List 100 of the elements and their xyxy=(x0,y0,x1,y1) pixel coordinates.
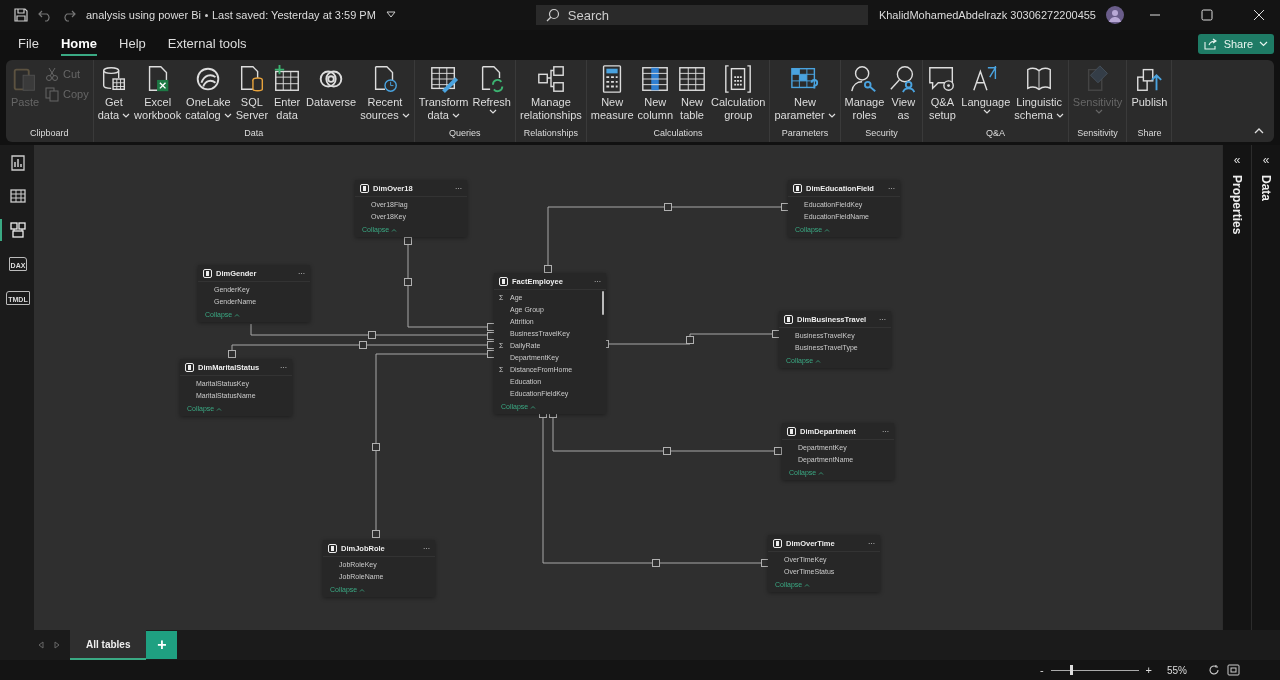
table-icon xyxy=(185,362,194,372)
group-label: Sensitivity xyxy=(1077,128,1118,140)
ribbon-button[interactable]: Q&A setup xyxy=(925,64,960,128)
table-icon xyxy=(677,64,708,94)
search-input[interactable]: Search xyxy=(565,6,770,24)
model-icon xyxy=(9,221,27,239)
caret-icon xyxy=(982,109,991,115)
table-icon xyxy=(784,314,793,324)
chevron-icon xyxy=(804,582,811,587)
maximize-icon[interactable] xyxy=(1201,9,1213,21)
chevron-icon xyxy=(234,312,241,317)
side-pane-tab[interactable]: « Properties xyxy=(1222,145,1251,630)
page-tab[interactable]: All tables xyxy=(70,630,147,660)
group-label: Data xyxy=(244,128,264,140)
cardinality-marker-icon xyxy=(544,265,552,273)
ribbon-button[interactable]: Linguistic schema xyxy=(1012,64,1066,128)
collapse-ribbon-icon[interactable] xyxy=(1254,127,1264,134)
chevron-icon xyxy=(391,227,398,232)
ribbon-button[interactable]: Calculation group xyxy=(709,64,768,128)
menu-tab[interactable]: Home xyxy=(60,32,98,56)
share-button[interactable]: Share xyxy=(1197,34,1274,54)
cardinality-marker-icon xyxy=(404,237,412,245)
ribbon-button[interactable]: Refresh xyxy=(470,64,513,128)
fit-to-screen-icon[interactable] xyxy=(1227,664,1240,676)
document-title: analysis using power Bi xyxy=(86,9,201,21)
cardinality-marker-icon xyxy=(404,278,412,286)
ribbon-button[interactable]: View as xyxy=(886,64,921,128)
next-page-icon[interactable] xyxy=(54,641,60,649)
ribbon-button[interactable]: Language xyxy=(959,64,1013,128)
table-icon xyxy=(328,543,337,553)
chevron-icon xyxy=(815,358,822,363)
ribbon-button[interactable]: SQL Server xyxy=(233,64,271,128)
group-label: Share xyxy=(1137,128,1162,140)
zoom-slider[interactable] xyxy=(1050,665,1139,675)
caret-icon xyxy=(1259,41,1268,47)
report-icon xyxy=(9,153,27,171)
redo-icon[interactable] xyxy=(62,8,76,22)
cardinality-marker-icon xyxy=(774,447,782,455)
cardinality-marker-icon xyxy=(368,331,376,339)
undo-icon[interactable] xyxy=(38,8,52,22)
side-pane-tab[interactable]: « Data xyxy=(1251,145,1280,630)
chevron-icon xyxy=(530,404,537,409)
last-saved-text: Last saved: Yesterday at 3:59 PM xyxy=(211,9,376,21)
copy-icon xyxy=(44,86,60,102)
table-icon xyxy=(773,538,782,548)
table-icon xyxy=(793,183,802,193)
ribbon-button[interactable]: Recent sources xyxy=(358,64,412,128)
caret-icon xyxy=(1094,109,1103,115)
caret-icon xyxy=(488,109,497,115)
caret-icon xyxy=(223,112,232,119)
menu-tab[interactable]: Help xyxy=(119,32,146,56)
group-label: Calculations xyxy=(653,128,703,140)
menu-tab[interactable]: File xyxy=(18,32,39,56)
ribbon-button[interactable]: Transform data xyxy=(416,64,471,128)
table-edit-icon xyxy=(428,64,459,94)
caret-icon xyxy=(451,112,460,119)
scissors-icon xyxy=(44,66,60,82)
cardinality-marker-icon xyxy=(372,530,380,538)
group-label: Parameters xyxy=(781,128,829,140)
avatar-icon[interactable] xyxy=(1106,6,1124,24)
ribbon-button[interactable]: New column xyxy=(635,64,676,128)
zoom-in-button[interactable]: + xyxy=(1145,664,1152,676)
group-label: Queries xyxy=(449,128,481,140)
chevron-icon xyxy=(359,587,366,592)
caret-icon[interactable] xyxy=(385,11,396,19)
group-label: Clipboard xyxy=(30,128,69,140)
scrollbar[interactable] xyxy=(602,291,604,315)
chevron-icon xyxy=(824,227,831,232)
ribbon-button[interactable]: Enter data xyxy=(270,64,305,128)
ribbon-button[interactable]: OneLake catalog xyxy=(183,64,234,128)
reset-icon[interactable] xyxy=(1208,664,1220,676)
menu-tab[interactable]: External tools xyxy=(167,32,247,56)
share-icon xyxy=(1203,38,1218,50)
ribbon-button[interactable]: New parameter xyxy=(772,64,838,128)
previous-page-icon[interactable] xyxy=(38,641,44,649)
search-icon xyxy=(545,8,560,22)
save-icon[interactable] xyxy=(14,8,28,22)
ribbon-button[interactable]: Excel workbook xyxy=(132,64,184,128)
ribbon-button[interactable]: Manage relationships xyxy=(518,64,584,128)
ribbon-button[interactable]: Publish xyxy=(1129,64,1170,128)
ribbon-button[interactable]: Manage roles xyxy=(842,64,887,128)
ribbon-button[interactable]: New measure xyxy=(588,64,636,128)
ribbon-button[interactable]: Get data xyxy=(95,64,133,128)
close-icon[interactable] xyxy=(1253,9,1265,21)
ribbon-button[interactable]: New table xyxy=(675,64,710,128)
cardinality-marker-icon xyxy=(228,350,236,358)
calculator-icon xyxy=(723,64,754,94)
caret-icon xyxy=(122,112,131,119)
search-field[interactable]: Search xyxy=(535,5,868,25)
cardinality-marker-icon xyxy=(372,443,380,451)
caret-icon xyxy=(827,112,836,119)
zoom-level: 55% xyxy=(1167,664,1187,676)
group-label: Relationships xyxy=(523,128,578,140)
table-icon xyxy=(360,183,369,193)
zoom-out-button[interactable]: - xyxy=(1039,664,1044,676)
cardinality-marker-icon xyxy=(359,341,367,349)
table-icon xyxy=(499,276,508,286)
table-icon xyxy=(203,268,212,278)
ribbon-button[interactable]: Dataverse xyxy=(304,64,359,128)
chevron-icon xyxy=(216,406,223,411)
